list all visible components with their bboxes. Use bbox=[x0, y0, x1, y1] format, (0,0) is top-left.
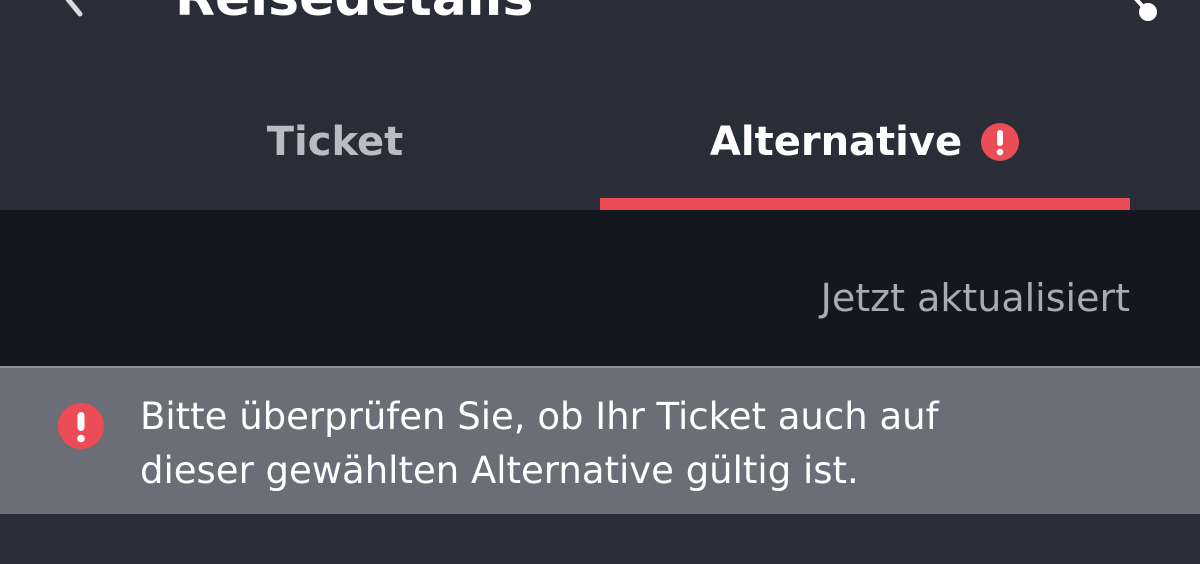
page-title: Reisedetails bbox=[175, 0, 533, 28]
app-bar: Reisedetails Ticket Alternative bbox=[0, 0, 1200, 210]
notice-line-2: dieser gewählten Alternative gültig ist. bbox=[140, 449, 859, 492]
tab-ticket-label: Ticket bbox=[266, 119, 404, 165]
ticket-validity-notice: Bitte überprüfen Sie, ob Ihr Ticket auch… bbox=[0, 366, 1200, 514]
notice-message: Bitte überprüfen Sie, ob Ihr Ticket auch… bbox=[140, 390, 1140, 498]
notice-line-1: Bitte überprüfen Sie, ob Ihr Ticket auch… bbox=[140, 395, 939, 438]
content-area bbox=[0, 514, 1200, 564]
share-icon[interactable] bbox=[1118, 0, 1168, 22]
exclamation-circle-icon bbox=[981, 123, 1020, 161]
active-tab-indicator bbox=[600, 198, 1130, 210]
last-updated-label: Jetzt aktualisiert bbox=[820, 276, 1130, 320]
chevron-left-icon[interactable] bbox=[50, 0, 90, 20]
exclamation-circle-icon bbox=[58, 403, 104, 449]
tab-ticket[interactable]: Ticket bbox=[70, 110, 600, 210]
tab-alternative[interactable]: Alternative bbox=[600, 110, 1130, 210]
update-status-bar: Jetzt aktualisiert bbox=[0, 210, 1200, 366]
screen: Reisedetails Ticket Alternative Jetzt ak… bbox=[0, 0, 1200, 564]
tab-alternative-label: Alternative bbox=[709, 119, 963, 165]
